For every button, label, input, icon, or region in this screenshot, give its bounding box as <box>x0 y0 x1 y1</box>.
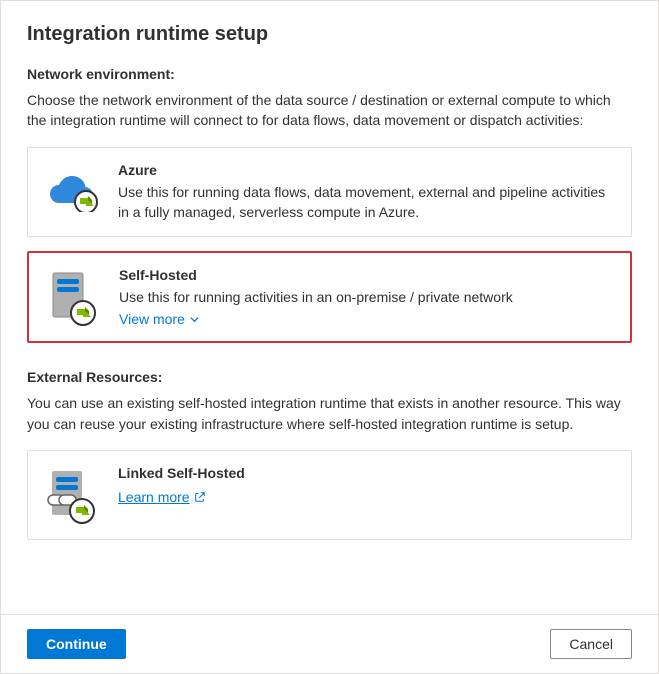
linked-card-title: Linked Self-Hosted <box>118 465 613 481</box>
network-section-description: Choose the network environment of the da… <box>27 90 632 131</box>
external-link-icon <box>194 491 206 503</box>
self-hosted-card-title: Self-Hosted <box>119 267 612 283</box>
chevron-down-icon <box>189 314 200 325</box>
dialog-footer: Continue Cancel <box>1 614 658 673</box>
external-section-heading: External Resources: <box>27 369 632 385</box>
azure-cloud-icon <box>42 162 100 223</box>
self-hosted-card-description: Use this for running activities in an on… <box>119 287 612 307</box>
azure-card-title: Azure <box>118 162 613 178</box>
linked-self-hosted-card[interactable]: Linked Self-Hosted Learn more <box>27 450 632 540</box>
view-more-label: View more <box>119 311 185 327</box>
learn-more-label: Learn more <box>118 489 190 505</box>
continue-button[interactable]: Continue <box>27 629 126 659</box>
linked-server-icon <box>42 465 100 525</box>
network-section-heading: Network environment: <box>27 66 632 82</box>
server-icon <box>43 267 101 327</box>
azure-card-description: Use this for running data flows, data mo… <box>118 182 613 223</box>
cancel-button[interactable]: Cancel <box>550 629 632 659</box>
learn-more-link[interactable]: Learn more <box>118 489 206 505</box>
page-title: Integration runtime setup <box>27 23 632 46</box>
self-hosted-card[interactable]: Self-Hosted Use this for running activit… <box>27 251 632 343</box>
external-section-description: You can use an existing self-hosted inte… <box>27 393 632 434</box>
azure-card[interactable]: Azure Use this for running data flows, d… <box>27 147 632 238</box>
view-more-link[interactable]: View more <box>119 311 200 327</box>
